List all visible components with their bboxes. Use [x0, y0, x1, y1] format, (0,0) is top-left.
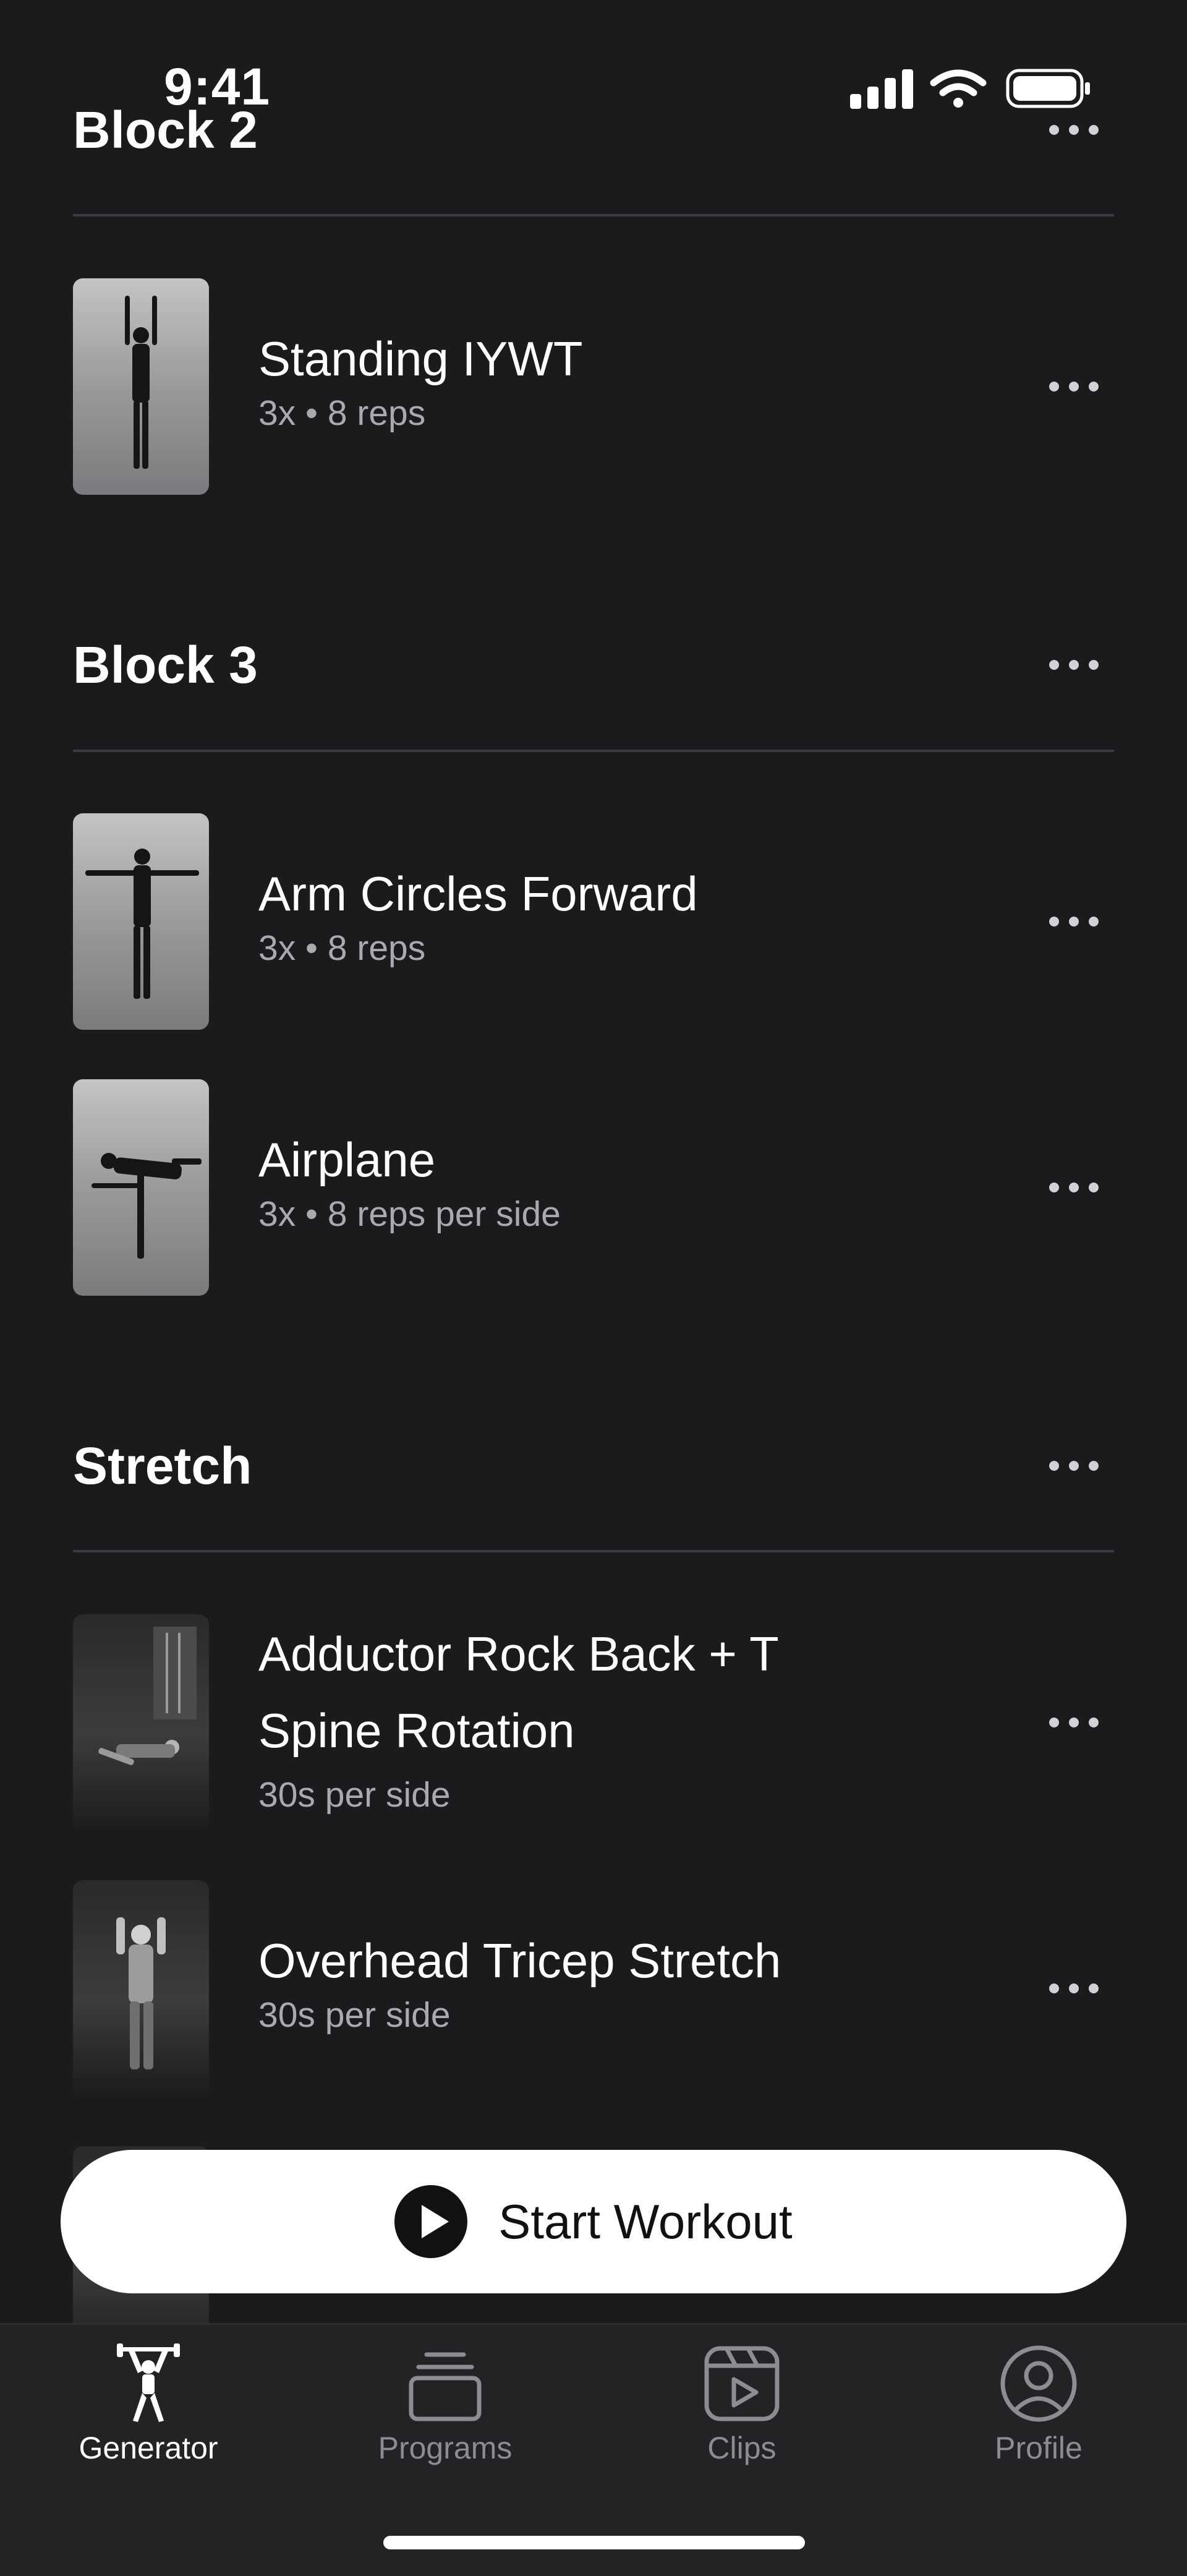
exercise-row-arm-circles-forward[interactable]: Arm Circles Forward 3x • 8 reps — [73, 813, 1114, 1030]
clips-icon — [704, 2346, 780, 2421]
status-bar: 9:41 — [0, 0, 1187, 116]
tab-programs[interactable]: Programs — [297, 2343, 594, 2480]
section-more-button[interactable] — [1034, 640, 1114, 690]
exercise-name: Overhead Tricep Stretch — [258, 1933, 781, 1988]
exercise-more-button[interactable] — [1034, 1964, 1114, 2013]
exercise-meta: 3x • 8 reps per side — [258, 1194, 561, 1234]
exercise-row-airplane[interactable]: Airplane 3x • 8 reps per side — [73, 1079, 1114, 1296]
divider — [73, 750, 1114, 752]
divider — [73, 214, 1114, 216]
status-time: 9:41 — [164, 58, 271, 116]
battery-icon — [1006, 69, 1090, 108]
exercise-name: Airplane — [258, 1132, 436, 1187]
start-workout-label: Start Workout — [498, 2194, 793, 2249]
tab-label: Generator — [79, 2431, 218, 2465]
exercise-meta: 3x • 8 reps — [258, 928, 426, 968]
home-indicator — [383, 2536, 805, 2549]
exercise-more-button[interactable] — [1034, 897, 1114, 946]
exercise-name: Standing IYWT — [258, 332, 583, 386]
tab-label: Clips — [707, 2431, 776, 2465]
tab-clips[interactable]: Clips — [594, 2343, 890, 2480]
section-title: Stretch — [73, 1437, 252, 1495]
exercise-meta: 30s per side — [258, 1995, 451, 2035]
exercise-more-button[interactable] — [1034, 1698, 1114, 1747]
tab-label: Programs — [378, 2431, 513, 2465]
exercise-row-standing-iywt[interactable]: Standing IYWT 3x • 8 reps — [73, 278, 1114, 495]
exercise-meta: 3x • 8 reps — [258, 393, 426, 433]
exercise-more-button[interactable] — [1034, 362, 1114, 411]
exercise-row-adductor-rock-back[interactable]: Adductor Rock Back + T Spine Rotation 30… — [73, 1614, 1114, 1831]
exercise-name: Arm Circles Forward — [258, 867, 698, 921]
stack-icon — [409, 2352, 482, 2421]
section-more-button[interactable] — [1034, 1441, 1114, 1491]
start-workout-button[interactable]: Start Workout — [61, 2150, 1126, 2293]
weightlifter-icon — [117, 2343, 180, 2422]
section-header-block-3: Block 3 — [73, 634, 1114, 696]
tab-generator[interactable]: Generator — [0, 2343, 297, 2480]
divider — [73, 1550, 1114, 1552]
exercise-meta: 30s per side — [258, 1775, 451, 1815]
exercise-row-overhead-tricep-stretch[interactable]: Overhead Tricep Stretch 30s per side — [73, 1880, 1114, 2097]
tab-label: Profile — [995, 2431, 1083, 2465]
exercise-more-button[interactable] — [1034, 1163, 1114, 1212]
exercise-thumbnail — [73, 1880, 209, 2097]
status-icons — [850, 67, 1097, 113]
section-title: Block 3 — [73, 636, 258, 694]
profile-icon — [1000, 2345, 1077, 2422]
exercise-thumbnail — [73, 1079, 209, 1296]
exercise-thumbnail — [73, 278, 209, 495]
section-header-stretch: Stretch — [73, 1435, 1114, 1497]
exercise-thumbnail — [73, 813, 209, 1030]
wifi-icon — [930, 69, 987, 108]
tab-profile[interactable]: Profile — [890, 2343, 1187, 2480]
exercise-name-line-2: Spine Rotation — [258, 1703, 575, 1758]
exercise-thumbnail — [73, 1614, 209, 1831]
cellular-signal-icon — [850, 69, 913, 109]
play-icon — [394, 2185, 468, 2258]
exercise-name-line-1: Adductor Rock Back + T — [258, 1627, 779, 1681]
